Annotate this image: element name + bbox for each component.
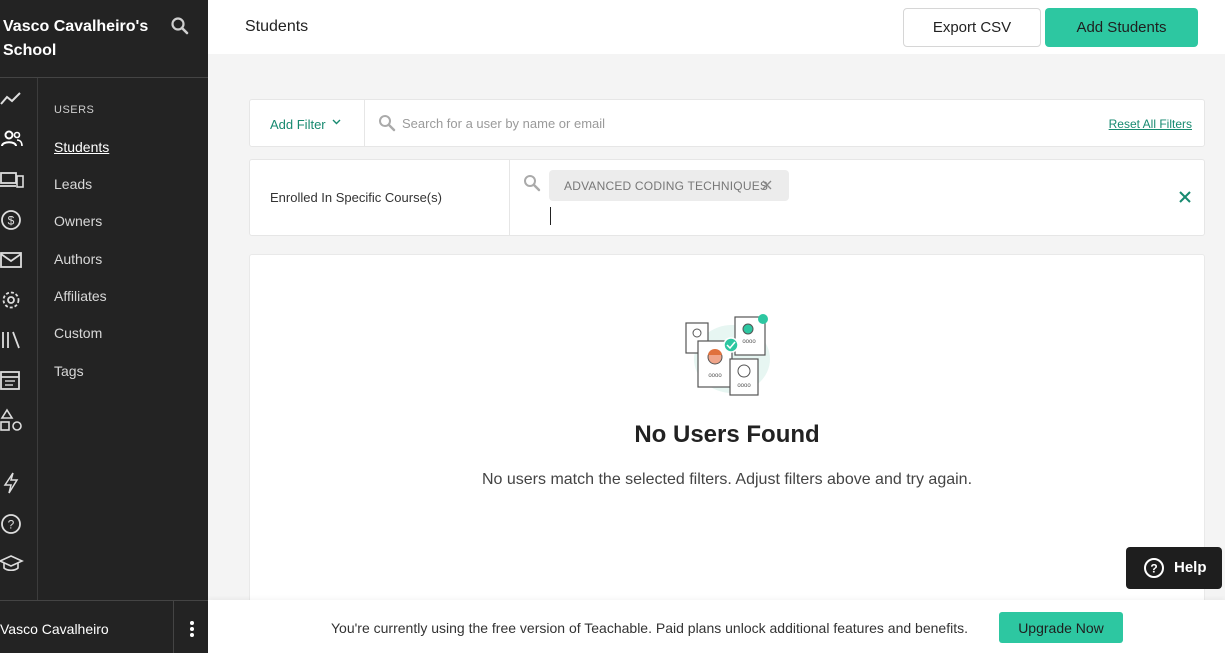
sidebar-item-authors[interactable]: Authors	[54, 251, 102, 267]
dollar-icon[interactable]: $	[0, 208, 24, 232]
page-title: Students	[245, 18, 309, 35]
devices-icon[interactable]	[0, 168, 24, 192]
course-input-caret[interactable]	[550, 207, 551, 225]
school-header: Vasco Cavalheiro's School	[0, 0, 208, 78]
divider	[509, 160, 510, 235]
chevron-down-icon	[332, 119, 341, 125]
empty-state-title: No Users Found	[634, 421, 820, 448]
help-button[interactable]: ? Help	[1126, 547, 1222, 589]
search-icon	[524, 175, 541, 192]
school-name[interactable]: Vasco Cavalheiro's School	[3, 15, 153, 63]
active-filter-row: Enrolled In Specific Course(s) ADVANCED …	[249, 159, 1205, 236]
gear-icon[interactable]	[0, 288, 24, 312]
empty-state-message: No users match the selected filters. Adj…	[481, 471, 973, 488]
sidebar-item-leads[interactable]: Leads	[54, 176, 92, 192]
search-icon[interactable]	[168, 14, 192, 38]
no-users-illustration: oooo oooo oooo	[685, 314, 770, 396]
upgrade-banner: You're currently using the free version …	[208, 600, 1225, 653]
upgrade-now-button[interactable]: Upgrade Now	[999, 612, 1123, 643]
svg-text:?: ?	[1150, 562, 1157, 576]
results-panel: oooo oooo oooo No Users Found No users m…	[249, 254, 1205, 614]
search-icon	[379, 115, 396, 132]
course-filter-chip: ADVANCED CODING TECHNIQUES	[549, 170, 789, 201]
remove-filter-icon[interactable]	[1178, 190, 1192, 204]
svg-text:oooo: oooo	[742, 339, 756, 345]
graduation-cap-icon[interactable]	[0, 552, 24, 576]
lightning-icon[interactable]	[0, 471, 24, 495]
add-filter-label: Add Filter	[270, 117, 326, 132]
sidebar: Vasco Cavalheiro's School $ ? USERS Stud…	[0, 0, 208, 653]
user-footer: Vasco Cavalheiro	[0, 600, 208, 653]
trend-chart-icon[interactable]	[0, 87, 24, 111]
filter-criteria-label: Enrolled In Specific Course(s)	[270, 190, 442, 205]
help-circle-icon[interactable]: ?	[0, 512, 24, 536]
help-circle-icon: ?	[1144, 558, 1164, 578]
library-icon[interactable]	[0, 328, 24, 352]
svg-text:oooo: oooo	[737, 383, 751, 389]
mail-icon[interactable]	[0, 248, 24, 272]
shapes-icon[interactable]	[0, 408, 24, 432]
users-icon[interactable]	[0, 127, 24, 151]
reset-all-filters-link[interactable]: Reset All Filters	[1109, 117, 1192, 131]
sidebar-item-students[interactable]: Students	[54, 139, 109, 155]
filter-bar: Add Filter Reset All Filters	[249, 99, 1205, 147]
sidebar-item-affiliates[interactable]: Affiliates	[54, 288, 107, 304]
menu-section-heading: USERS	[54, 104, 95, 116]
calendar-icon[interactable]	[0, 368, 24, 392]
close-icon[interactable]	[761, 179, 773, 191]
svg-text:?: ?	[8, 518, 15, 532]
sidebar-item-owners[interactable]: Owners	[54, 213, 102, 229]
sidebar-item-custom[interactable]: Custom	[54, 325, 102, 341]
add-students-button[interactable]: Add Students	[1045, 8, 1198, 47]
export-csv-button[interactable]: Export CSV	[903, 8, 1041, 47]
more-options-icon[interactable]	[173, 601, 208, 653]
chip-label: ADVANCED CODING TECHNIQUES	[564, 179, 769, 193]
top-bar: Students Export CSV Add Students	[208, 0, 1225, 54]
svg-text:$: $	[8, 214, 15, 228]
sidebar-item-tags[interactable]: Tags	[54, 363, 84, 379]
help-label: Help	[1174, 559, 1207, 576]
icon-rail: $ ?	[0, 78, 38, 600]
add-filter-dropdown[interactable]: Add Filter	[250, 100, 365, 146]
user-name[interactable]: Vasco Cavalheiro	[0, 621, 109, 637]
banner-text: You're currently using the free version …	[331, 620, 968, 636]
svg-text:oooo: oooo	[708, 373, 722, 379]
user-search-input[interactable]	[402, 110, 1042, 136]
